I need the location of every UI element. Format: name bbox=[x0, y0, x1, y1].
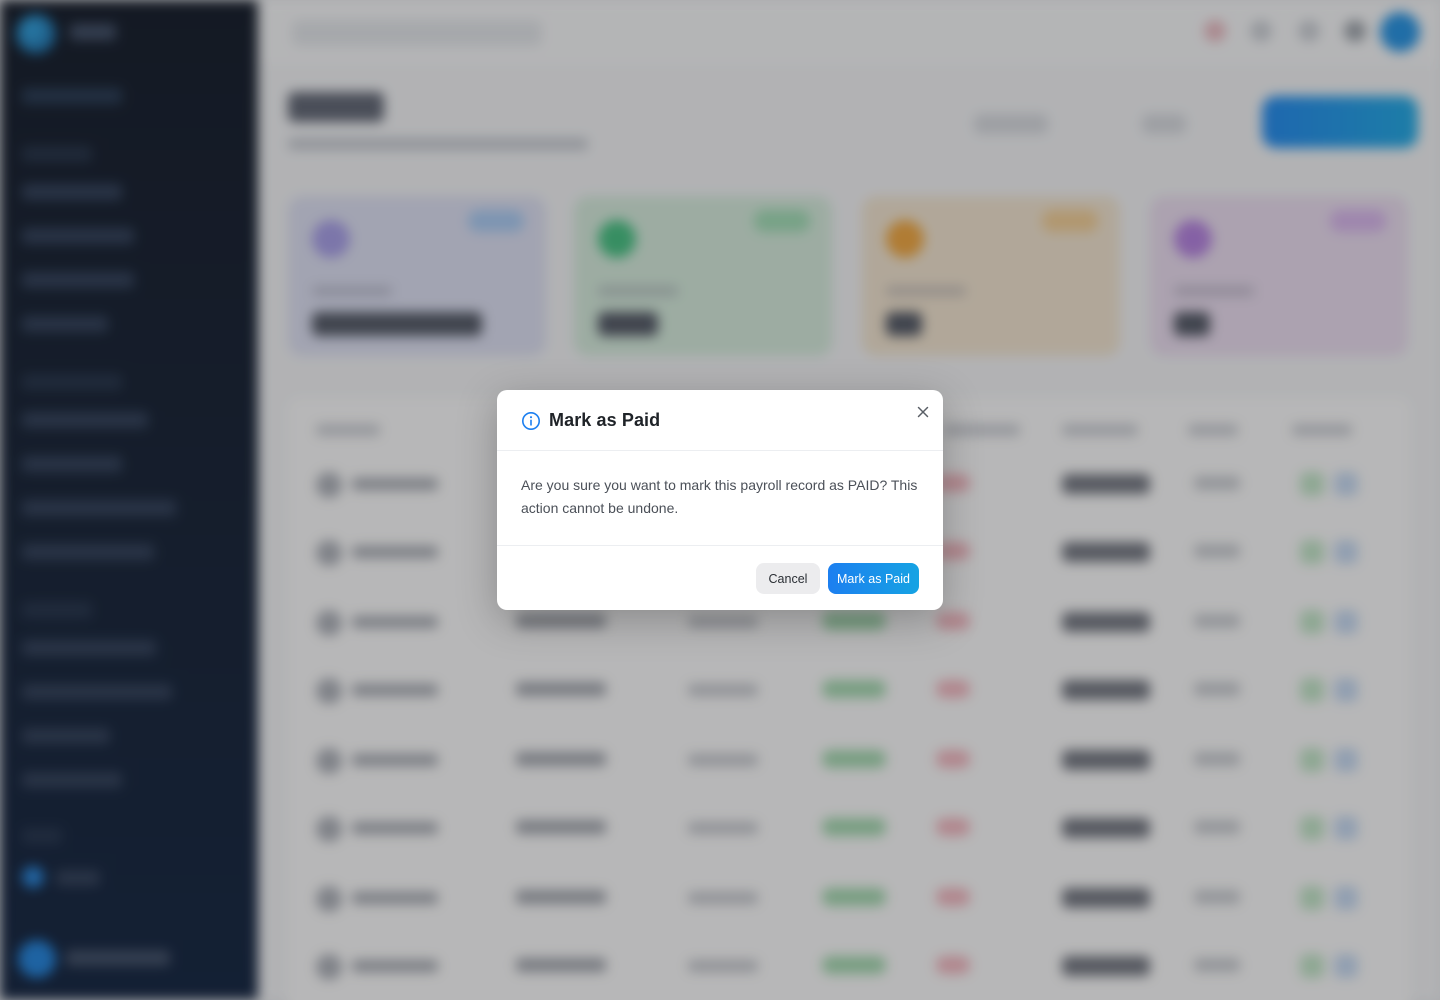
dialog-message: Are you sure you want to mark this payro… bbox=[521, 477, 918, 516]
info-icon bbox=[521, 411, 541, 431]
dialog-title: Mark as Paid bbox=[549, 410, 661, 430]
close-icon[interactable] bbox=[913, 402, 933, 422]
dialog-header: Mark as Paid bbox=[497, 390, 943, 451]
mark-as-paid-button[interactable]: Mark as Paid bbox=[828, 563, 919, 594]
cancel-button[interactable]: Cancel bbox=[756, 563, 820, 594]
mark-as-paid-dialog: Mark as Paid Are you sure you want to ma… bbox=[497, 390, 943, 610]
dialog-footer: Cancel Mark as Paid bbox=[497, 545, 943, 610]
